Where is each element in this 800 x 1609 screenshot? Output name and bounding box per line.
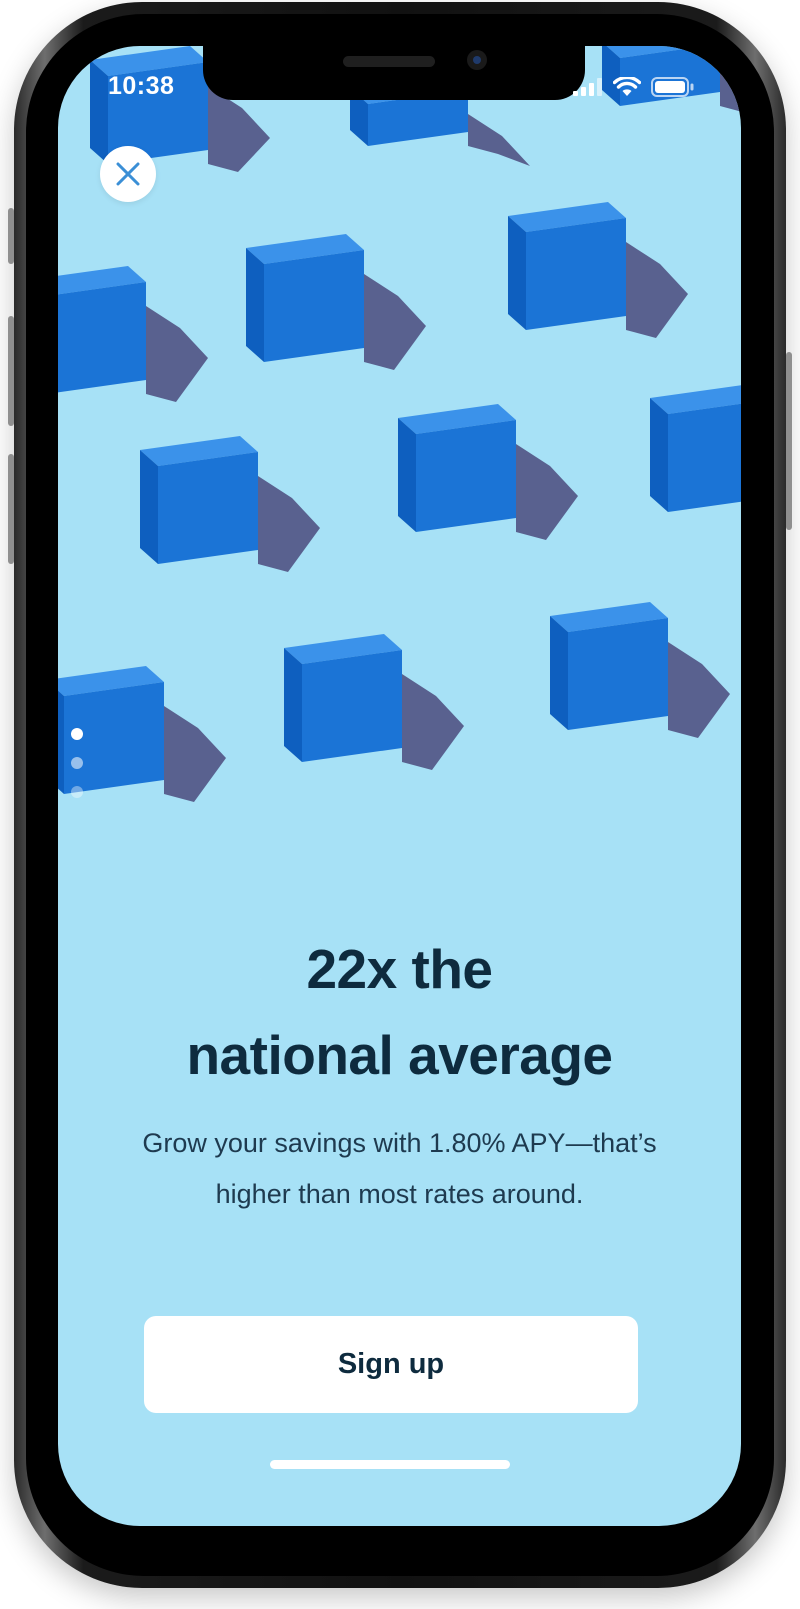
earpiece-speaker — [343, 56, 435, 67]
hero-cubes-image — [58, 46, 741, 802]
power-button — [786, 352, 792, 530]
mute-switch — [8, 208, 14, 264]
cellular-signal-icon — [573, 78, 602, 96]
body-text-line-2: higher than most rates around. — [215, 1179, 584, 1209]
home-indicator[interactable] — [270, 1460, 510, 1469]
cube — [284, 634, 464, 770]
notch — [203, 46, 585, 100]
body-text-line-1: Grow your savings with 1.80% APY—that’s — [142, 1128, 657, 1158]
volume-down-button — [8, 454, 14, 564]
cube — [58, 266, 208, 402]
carousel-page-indicator — [71, 728, 85, 808]
cube — [650, 385, 741, 512]
battery-icon — [651, 77, 694, 97]
headline-line-1: 22x the — [306, 938, 493, 1000]
cube — [508, 202, 688, 338]
carousel-dot[interactable] — [71, 757, 83, 769]
close-button[interactable] — [100, 146, 156, 202]
status-icons — [571, 77, 711, 97]
sign-up-button[interactable]: Sign up — [144, 1316, 638, 1413]
carousel-dot[interactable] — [71, 786, 83, 798]
cube — [398, 404, 578, 540]
volume-up-button — [8, 316, 14, 426]
body-text: Grow your savings with 1.80% APY—that’s … — [88, 1118, 711, 1220]
headline-line-2: national average — [186, 1024, 613, 1086]
wifi-icon — [613, 77, 641, 96]
app-screen: 10:38 22x the national average Grow your… — [58, 46, 741, 1526]
carousel-dot[interactable] — [71, 728, 83, 740]
close-icon — [116, 162, 140, 186]
front-camera — [467, 50, 487, 70]
status-time: 10:38 — [108, 72, 175, 100]
headline: 22x the national average — [58, 926, 741, 1098]
cube — [246, 234, 426, 370]
cube — [550, 602, 730, 738]
cube — [140, 436, 320, 572]
